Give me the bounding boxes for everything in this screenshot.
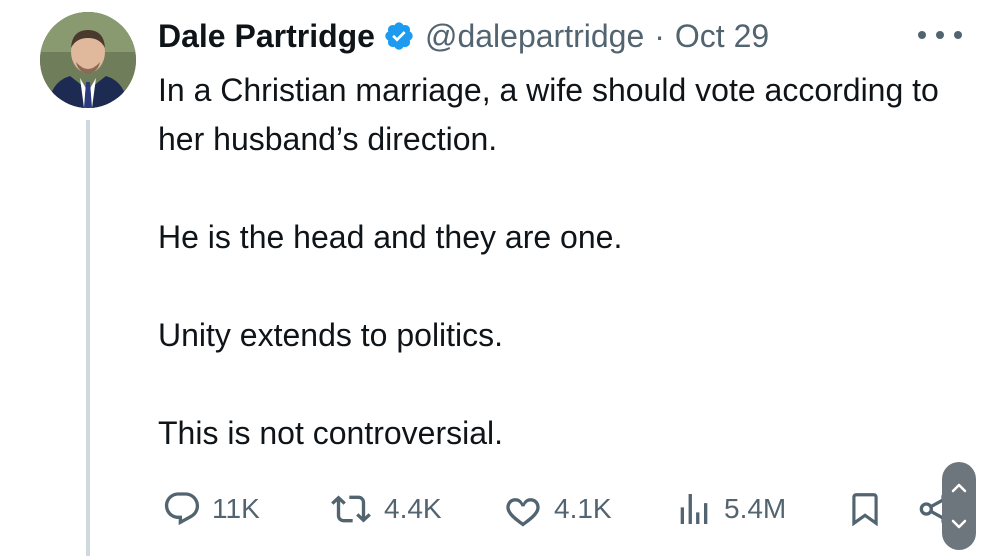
repost-count: 4.4K: [384, 493, 442, 524]
avatar[interactable]: [40, 12, 136, 108]
tweet-header: Dale Partridge @dalepartridge · Oct 29: [158, 14, 769, 58]
repost-icon: [331, 495, 371, 523]
tweet-paragraph: This is not controversial.: [158, 415, 504, 451]
reply-button[interactable]: 11K: [162, 484, 260, 534]
action-bar: 11K 4.4K 4.1K 5.4M: [158, 484, 1000, 534]
verified-badge-icon: [385, 22, 413, 50]
thread-line: [86, 120, 90, 556]
view-count: 5.4M: [724, 493, 787, 524]
views-button[interactable]: 5.4M: [674, 484, 786, 534]
header-separator: ·: [654, 17, 665, 54]
author-handle[interactable]: @dalepartridge: [425, 18, 644, 55]
like-button[interactable]: 4.1K: [502, 484, 612, 534]
tweet-paragraph: Unity extends to politics.: [158, 317, 504, 353]
repost-button[interactable]: 4.4K: [328, 484, 442, 534]
tweet-date[interactable]: Oct 29: [675, 18, 769, 55]
reply-count: 11K: [212, 493, 260, 524]
tweet-paragraph: In a Christian marriage, a wife should v…: [158, 72, 939, 157]
scroll-control[interactable]: [942, 462, 976, 550]
views-icon: [680, 494, 708, 524]
bookmark-icon: [852, 493, 878, 527]
more-options-icon[interactable]: [918, 20, 962, 50]
like-icon: [506, 498, 540, 527]
scroll-down-icon[interactable]: [951, 519, 967, 529]
scroll-up-icon[interactable]: [951, 483, 967, 493]
tweet-paragraph: He is the head and they are one.: [158, 219, 623, 255]
bookmark-button[interactable]: [846, 484, 884, 534]
reply-icon: [164, 492, 200, 526]
like-count: 4.1K: [554, 493, 612, 524]
tweet-text: In a Christian marriage, a wife should v…: [158, 66, 958, 458]
author-name[interactable]: Dale Partridge: [158, 18, 375, 55]
